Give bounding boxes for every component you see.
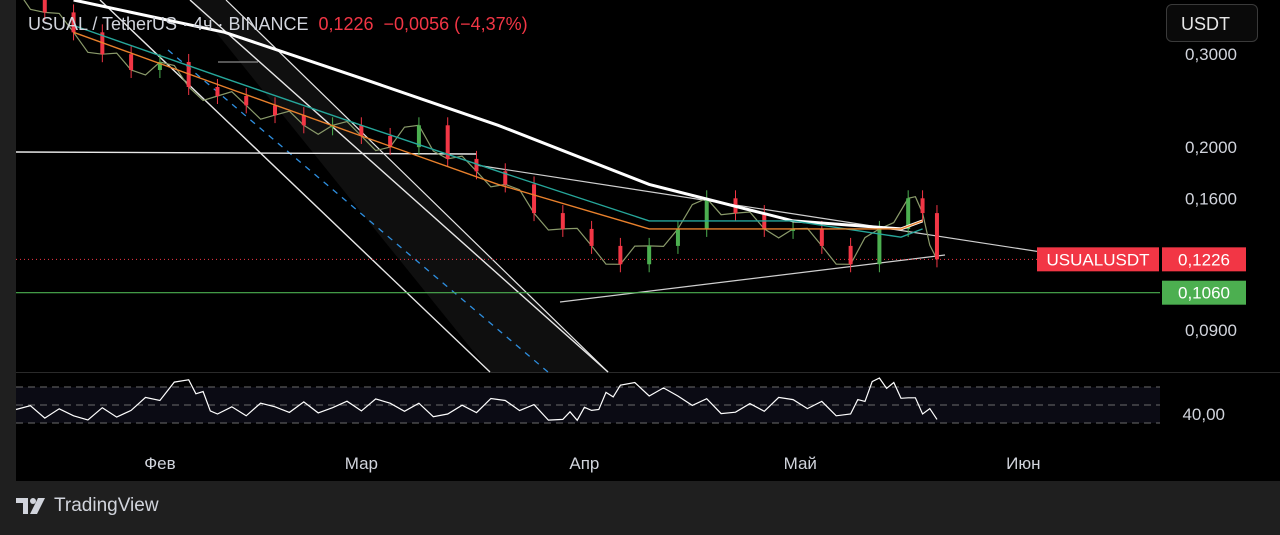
- candle-body: [819, 228, 824, 246]
- price-tick-label: 0,1600: [1185, 189, 1237, 208]
- symbol-header: USUAL / TetherUS · 4ч · BINANCE 0,1226 −0,…: [28, 14, 528, 35]
- time-tick-label: Мар: [345, 454, 378, 473]
- price-pane: [16, 0, 1160, 372]
- rsi-tick-label: 40,00: [1182, 405, 1225, 424]
- candle-body: [359, 125, 364, 136]
- candle-body: [920, 198, 925, 214]
- candle-body: [618, 245, 623, 265]
- candle-body: [848, 245, 853, 265]
- candle-body: [704, 198, 709, 229]
- time-tick-label: Июн: [1006, 454, 1040, 473]
- last-price-tag: 0,1226: [1178, 250, 1230, 269]
- price-tick-label: 0,0900: [1185, 321, 1237, 340]
- time-tick-label: Фев: [144, 454, 175, 473]
- tradingview-logo-icon: [16, 498, 45, 514]
- price-tick-label: 0,2000: [1185, 138, 1237, 157]
- candle-body: [42, 0, 47, 13]
- footer-brand[interactable]: TradingView: [54, 495, 159, 517]
- support-price-tag: 0,1060: [1178, 284, 1230, 303]
- candle-body: [273, 105, 278, 116]
- chart-canvas[interactable]: 0,3000 0,2000 0,1600 0,0900 USUALUSDT 0,1226 0…: [0, 0, 1280, 535]
- candle-body: [301, 115, 306, 126]
- candle-body: [934, 213, 939, 260]
- symbol-label: USUALUSDT: [1047, 250, 1150, 269]
- candle-body: [560, 213, 565, 229]
- candle-body: [589, 228, 594, 246]
- candle-body: [532, 184, 537, 214]
- candle-body: [244, 95, 249, 106]
- price-change: −0,0056 (−4,37%): [383, 14, 528, 34]
- chart-frame: 0,3000 0,2000 0,1600 0,0900 USUALUSDT 0,1226 0…: [0, 0, 1280, 535]
- footer: TradingView: [16, 495, 159, 517]
- currency-button[interactable]: USDT: [1166, 4, 1258, 42]
- time-tick-label: Апр: [569, 454, 599, 473]
- symbol-title[interactable]: USUAL / TetherUS · 4ч · BINANCE: [28, 14, 308, 34]
- candle-body: [647, 245, 652, 265]
- candle-body: [215, 86, 220, 96]
- time-tick-label: Май: [784, 454, 817, 473]
- price-tick-label: 0,3000: [1185, 45, 1237, 64]
- candle-body: [675, 228, 680, 246]
- candle-body: [129, 54, 134, 71]
- last-price: 0,1226: [318, 14, 374, 34]
